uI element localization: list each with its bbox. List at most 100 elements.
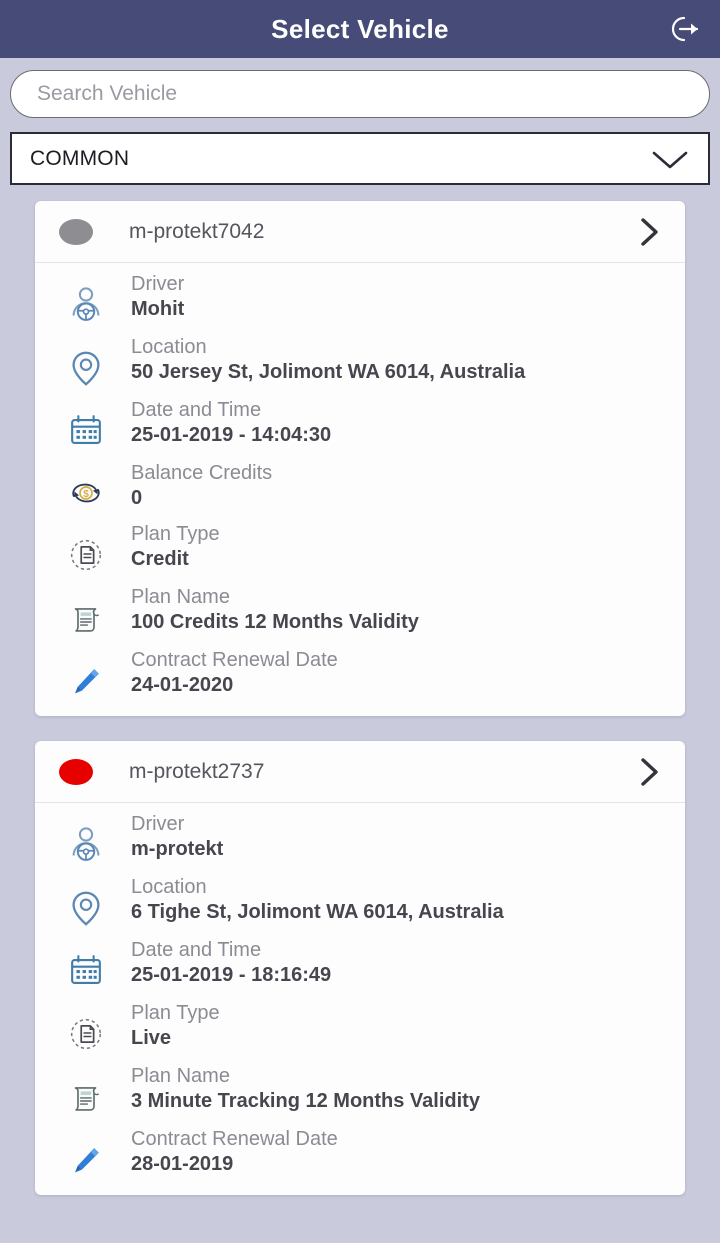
detail-row-icon bbox=[57, 938, 115, 992]
pencil-icon bbox=[75, 1148, 99, 1173]
page-title: Select Vehicle bbox=[271, 13, 449, 44]
detail-row: Date and Time 25-01-2019 - 18:16:49 bbox=[35, 929, 685, 992]
detail-row: Plan Type Credit bbox=[35, 513, 685, 576]
detail-row: Contract Renewal Date 24-01-2020 bbox=[35, 639, 685, 702]
detail-row-text: Plan Type Credit bbox=[115, 522, 665, 572]
detail-row-text: Plan Name 100 Credits 12 Months Validity bbox=[115, 585, 665, 635]
calendar-icon bbox=[71, 415, 101, 444]
detail-row-value: 6 Tighe St, Jolimont WA 6014, Australia bbox=[131, 901, 504, 924]
vehicle-card[interactable]: m-protekt2737 Driver m-protekt Location 6 … bbox=[35, 741, 685, 1195]
detail-row-text: Date and Time 25-01-2019 - 14:04:30 bbox=[115, 398, 665, 448]
detail-row: Driver m-protekt bbox=[35, 803, 685, 866]
driver-icon bbox=[72, 827, 100, 861]
detail-row-icon bbox=[57, 585, 115, 639]
detail-row: Driver Mohit bbox=[35, 263, 685, 326]
detail-row-label: Plan Name bbox=[131, 1065, 230, 1087]
detail-row: Plan Name 3 Minute Tracking 12 Months Val… bbox=[35, 1055, 685, 1118]
chevron-right-icon[interactable] bbox=[637, 215, 663, 249]
status-dot-offline bbox=[59, 218, 93, 245]
logout-icon bbox=[671, 16, 699, 42]
detail-row-label: Contract Renewal Date bbox=[131, 1128, 338, 1150]
detail-row-value: 0 bbox=[131, 487, 143, 510]
detail-row-value: Credit bbox=[131, 548, 189, 571]
detail-row-text: Plan Name 3 Minute Tracking 12 Months Val… bbox=[115, 1064, 665, 1114]
plan-type-icon bbox=[70, 539, 102, 571]
detail-row: $ Balance Credits 0 bbox=[35, 452, 685, 513]
detail-row-icon bbox=[57, 1127, 115, 1181]
detail-row-text: Location 6 Tighe St, Jolimont WA 6014, Au… bbox=[115, 875, 665, 925]
detail-row-icon bbox=[57, 522, 115, 576]
detail-row-text: Balance Credits 0 bbox=[115, 461, 665, 511]
plan-type-icon bbox=[70, 1018, 102, 1050]
detail-row-icon bbox=[57, 1064, 115, 1118]
plan-name-icon bbox=[74, 1087, 100, 1111]
detail-row-text: Driver Mohit bbox=[115, 272, 665, 322]
detail-row-icon bbox=[57, 398, 115, 452]
calendar-icon bbox=[71, 955, 101, 984]
detail-row-icon bbox=[57, 648, 115, 702]
svg-text:$: $ bbox=[83, 489, 89, 500]
detail-row-value: 25-01-2019 - 18:16:49 bbox=[131, 964, 332, 987]
detail-row-label: Plan Type bbox=[131, 1002, 220, 1024]
detail-row-value: Live bbox=[131, 1027, 172, 1050]
group-select-value: COMMON bbox=[30, 146, 130, 170]
detail-row: Location 6 Tighe St, Jolimont WA 6014, Au… bbox=[35, 866, 685, 929]
vehicle-name: m-protekt7042 bbox=[129, 219, 265, 243]
detail-row-value: Mohit bbox=[131, 298, 185, 321]
detail-row-value: 25-01-2019 - 14:04:30 bbox=[131, 424, 332, 447]
detail-row-text: Contract Renewal Date 28-01-2019 bbox=[115, 1127, 665, 1177]
detail-row-label: Plan Name bbox=[131, 586, 230, 608]
detail-row-label: Driver bbox=[131, 813, 185, 835]
vehicle-list: m-protekt7042 Driver Mohit Location 50 Jer… bbox=[0, 185, 720, 1195]
detail-row-icon bbox=[57, 272, 115, 326]
detail-row-value: 24-01-2020 bbox=[131, 674, 234, 697]
logout-button[interactable] bbox=[656, 6, 708, 52]
detail-row: Location 50 Jersey St, Jolimont WA 6014, … bbox=[35, 326, 685, 389]
status-dot-alert bbox=[59, 758, 93, 785]
detail-row-value: m-protekt bbox=[131, 838, 224, 861]
vehicle-card-header[interactable]: m-protekt7042 bbox=[35, 201, 685, 263]
detail-row-icon bbox=[57, 812, 115, 866]
detail-row-text: Contract Renewal Date 24-01-2020 bbox=[115, 648, 665, 698]
vehicle-name: m-protekt2737 bbox=[129, 759, 265, 783]
detail-row: Plan Name 100 Credits 12 Months Validity bbox=[35, 576, 685, 639]
detail-row-text: Date and Time 25-01-2019 - 18:16:49 bbox=[115, 938, 665, 988]
detail-row-label: Driver bbox=[131, 273, 185, 295]
detail-row-value: 3 Minute Tracking 12 Months Validity bbox=[131, 1090, 480, 1113]
detail-row: Plan Type Live bbox=[35, 992, 685, 1055]
detail-row-label: Date and Time bbox=[131, 939, 262, 961]
detail-row-icon: $ bbox=[57, 461, 115, 513]
detail-row: Date and Time 25-01-2019 - 14:04:30 bbox=[35, 389, 685, 452]
detail-row-label: Balance Credits bbox=[131, 462, 273, 484]
group-select[interactable]: COMMON bbox=[10, 132, 710, 185]
credits-icon: $ bbox=[72, 483, 100, 503]
detail-row: Contract Renewal Date 28-01-2019 bbox=[35, 1118, 685, 1181]
detail-row-text: Location 50 Jersey St, Jolimont WA 6014, … bbox=[115, 335, 665, 385]
chevron-down-icon bbox=[652, 151, 688, 168]
detail-row-icon bbox=[57, 335, 115, 389]
detail-row-value: 100 Credits 12 Months Validity bbox=[131, 611, 419, 634]
location-icon bbox=[72, 351, 100, 386]
detail-row-text: Plan Type Live bbox=[115, 1001, 665, 1051]
pencil-icon bbox=[75, 669, 99, 694]
detail-row-text: Driver m-protekt bbox=[115, 812, 665, 862]
detail-row-icon bbox=[57, 875, 115, 929]
driver-icon bbox=[72, 287, 100, 321]
detail-row-label: Date and Time bbox=[131, 399, 262, 421]
detail-row-label: Contract Renewal Date bbox=[131, 649, 338, 671]
location-icon bbox=[72, 891, 100, 926]
detail-row-label: Plan Type bbox=[131, 523, 220, 545]
detail-row-label: Location bbox=[131, 336, 207, 358]
detail-row-value: 50 Jersey St, Jolimont WA 6014, Australi… bbox=[131, 361, 526, 384]
vehicle-card[interactable]: m-protekt7042 Driver Mohit Location 50 Jer… bbox=[35, 201, 685, 716]
group-select-section: COMMON bbox=[0, 118, 720, 185]
search-section bbox=[0, 58, 720, 118]
plan-name-icon bbox=[74, 608, 100, 632]
search-input[interactable] bbox=[10, 70, 710, 118]
detail-row-value: 28-01-2019 bbox=[131, 1153, 234, 1176]
app-header: Select Vehicle bbox=[0, 0, 720, 58]
vehicle-card-header[interactable]: m-protekt2737 bbox=[35, 741, 685, 803]
detail-row-label: Location bbox=[131, 876, 207, 898]
chevron-right-icon[interactable] bbox=[637, 755, 663, 789]
detail-row-icon bbox=[57, 1001, 115, 1055]
